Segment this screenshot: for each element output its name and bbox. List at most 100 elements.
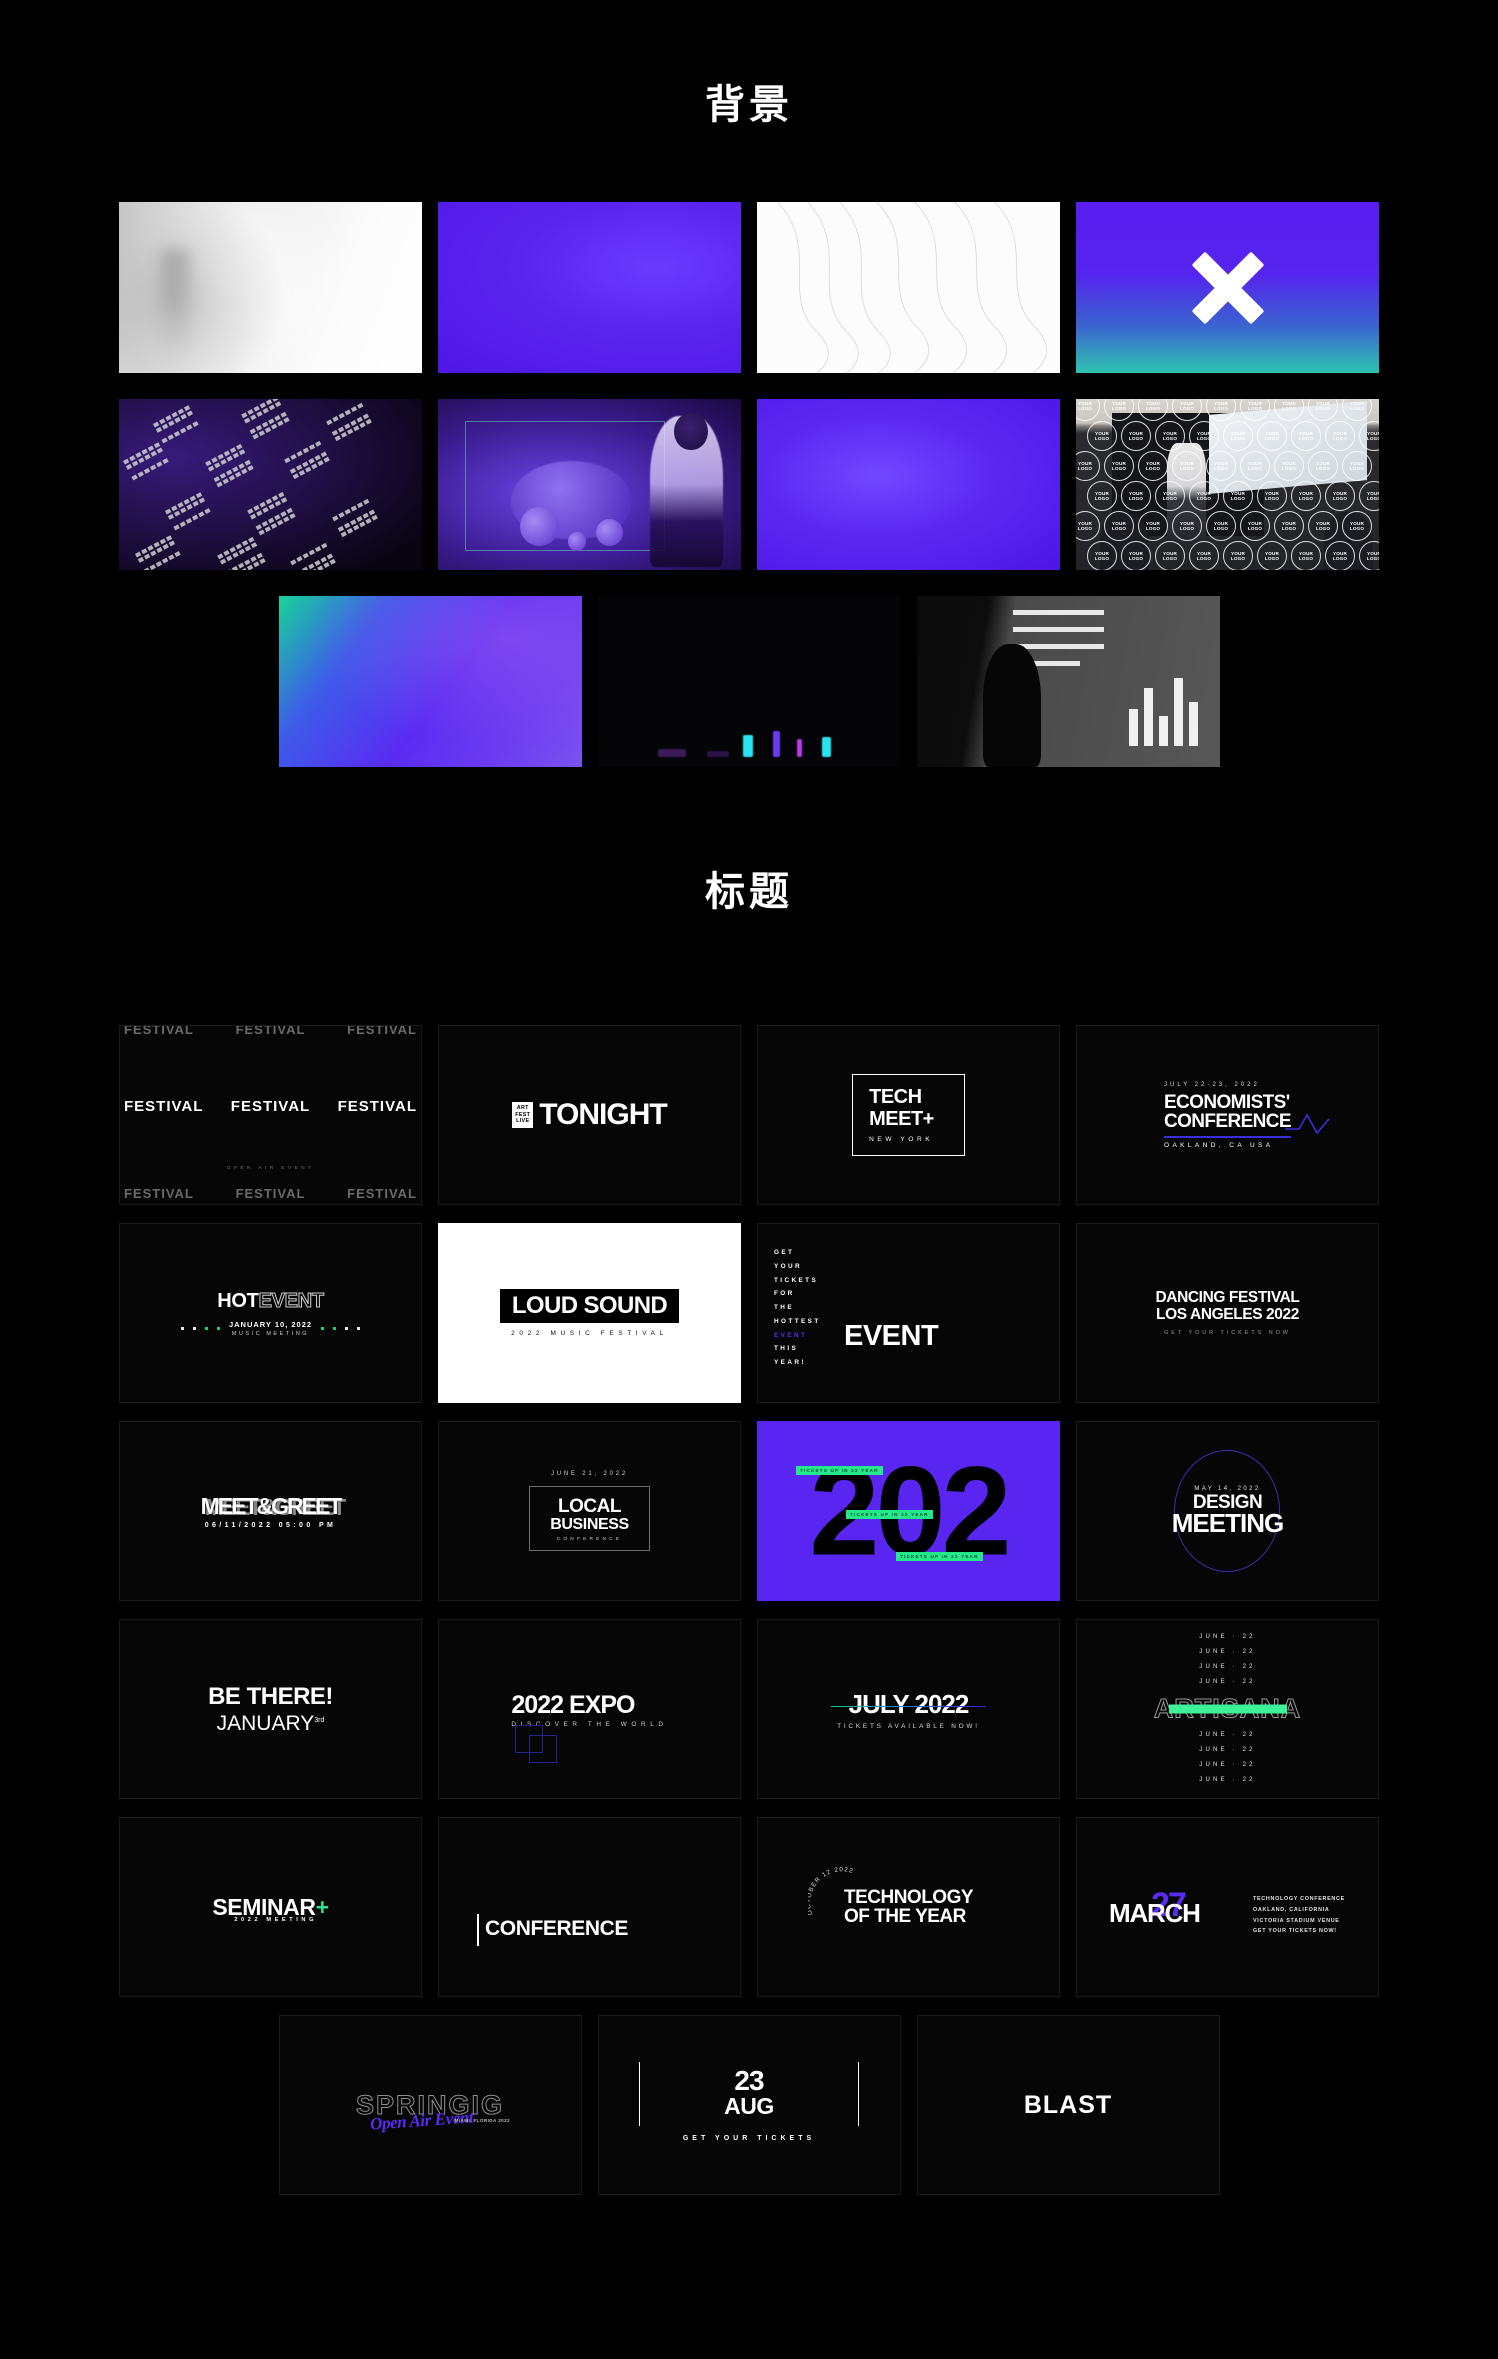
your-logo-watermark: YOURLOGO [1155,481,1185,511]
background-thumb-white-blurred-corridor[interactable] [119,202,422,373]
your-logo-watermark: YOURLOGO [1189,481,1219,511]
march-word: MARCH [1109,1898,1201,1928]
title-card-hot-event[interactable]: HOTEVENT JANUARY 10, 2022 MUSIC MEETING [119,1223,422,1403]
title-card-meet-and-greet[interactable]: MEET&GREET MEET&GREET 06/11/2022 05:00 P… [119,1421,422,1601]
title-card-blast[interactable]: BLAST [916,2015,1220,2195]
your-logo-watermark: YOURLOGO [1087,481,1117,511]
title-card-festival-repeat[interactable]: FESTIVAL FESTIVAL FESTIVAL FESTIVAL FEST… [119,1025,422,1205]
background-thumb-dark-diagonal-tile-pattern[interactable] [119,399,422,570]
stack-line: GET [774,1249,795,1256]
neon-light-3 [797,738,803,757]
badge-line-live: LIVE [516,1118,530,1125]
your-logo-watermark: YOURLOGO [1223,421,1253,451]
stack-line: YEAR! [774,1359,806,1367]
your-logo-watermark: YOURLOGO [1189,541,1219,570]
your-logo-watermark: YOURLOGO [1291,481,1321,511]
title-card-local-business[interactable]: JUNE 21, 2022 LOCAL BUSINESS CONFERENCE [438,1421,741,1601]
background-thumb-aurora-green-violet-gradient[interactable] [278,596,582,767]
tonight-word: TONIGHT [539,1098,667,1131]
your-logo-watermark: YOURLOGO [1257,481,1287,511]
contour-lines-icon [776,202,1048,373]
neon-light-5 [658,748,687,757]
title-card-artisana[interactable]: JUNE · 22 JUNE · 22 JUNE · 22 JUNE · 22 … [1076,1619,1379,1799]
your-logo-watermark: YOURLOGO [1138,511,1168,541]
background-thumb-dark-neon-stage-photo[interactable] [597,596,901,767]
title-card-be-there[interactable]: BE THERE! JANUARY3rd [119,1619,422,1799]
dancing-sub: GET YOUR TICKETS NOW [1164,1329,1291,1336]
local-business-line2: BUSINESS [550,1515,629,1533]
background-thumb-bw-projection-silhouette-photo[interactable] [916,596,1220,767]
festival-word: FESTIVAL [235,1025,306,1037]
your-logo-watermark: YOURLOGO [1257,421,1287,451]
festival-word: FESTIVAL [124,1186,194,1201]
your-logo-watermark: YOURLOGO [1359,541,1379,570]
your-logo-watermark: YOURLOGO [1342,451,1372,481]
stack-line: TICKETS [774,1276,819,1284]
title-card-year-2022[interactable]: 202 TICKETS UP IN 22 YEAR TICKETS UP IN … [757,1421,1060,1601]
title-card-dancing-festival[interactable]: DANCING FESTIVAL LOS ANGELES 2022 GET YO… [1076,1223,1379,1403]
your-logo-watermark: YOURLOGO [1121,481,1151,511]
seminar-sub: 2022 MEETING [234,1916,318,1923]
meet-greet-heading: MEET&GREET MEET&GREET [200,1493,347,1520]
title-card-march-27[interactable]: 27 MARCH TECHNOLOGY CONFERENCE OAKLAND, … [1076,1817,1379,1997]
title-card-conference[interactable]: CONFERENCE [438,1817,741,1997]
background-thumb-violet-teal-gradient-x[interactable] [1076,202,1379,373]
stack-line-accent: EVENT [774,1331,808,1339]
aug-month: AUG [724,2093,774,2120]
year-tag-2: TICKETS UP IN 22 YEAR [846,1510,933,1519]
economists-line2: CONFERENCE [1163,1110,1292,1132]
your-logo-watermark: YOURLOGO [1240,511,1270,541]
title-card-economists-conference[interactable]: JULY 22-23, 2022 ECONOMISTS' CONFERENCE … [1076,1025,1379,1205]
year-tag-3: TICKETS UP IN 22 YEAR [896,1552,983,1561]
be-there-line1: BE THERE! [208,1682,333,1710]
title-card-seminar-plus[interactable]: SEMINAR+ 2022 MEETING [119,1817,422,1997]
your-logo-watermark: YOURLOGO [1291,541,1321,570]
economists-rule [1163,1135,1291,1138]
projection-stripe-3 [1013,643,1105,649]
neon-light-4 [821,736,831,757]
title-card-aug-23[interactable]: 23 AUG GET YOUR TICKETS [597,2015,901,2195]
projection-stripe-2 [1013,626,1105,632]
tech-meet-city: NEW YORK [869,1135,934,1143]
green-accent-bar [1168,1704,1287,1714]
aug-sub: GET YOUR TICKETS [682,2134,816,2142]
title-card-expo-2022[interactable]: 2022 EXPO DISCOVER THE WORLD [438,1619,741,1799]
neon-light-6 [706,750,729,757]
backgrounds-grid: YOUR LOGO YOUR LOGO YOUR LOGO YOUR LOGO YOUR LOGO… [107,202,1391,793]
june-line: JUNE · 22 [1199,1762,1256,1768]
meet-greet-word: MEET&GREET [200,1493,343,1519]
title-card-tech-meet[interactable]: TECH MEET+ NEW YORK [757,1025,1060,1205]
title-card-springig[interactable]: SPRINGIG Open Air Event MIAMI, FLORIDA 2… [278,2015,582,2195]
your-logo-watermark: YOURLOGO [1206,451,1236,481]
projection-bar-3 [1158,715,1168,747]
title-card-event-tickets[interactable]: GET YOUR TICKETS FOR THE HOTTEST EVENT T… [757,1223,1060,1403]
festival-word: FESTIVAL [347,1025,417,1037]
june-line: JUNE · 22 [1199,1747,1256,1753]
title-card-july-2022[interactable]: JULY 2022 TICKETS AVAILABLE NOW! [757,1619,1060,1799]
projection-bar-5 [1189,702,1199,747]
line-chart-icon [1285,1112,1330,1134]
arc-text-icon: OCTOBER 12 2022 [808,1866,853,1916]
your-logo-watermark: YOURLOGO [1155,421,1185,451]
loud-sound-sub: 2022 MUSIC FESTIVAL [511,1330,668,1337]
stack-line: FOR [774,1290,795,1298]
economists-kicker: JULY 22-23, 2022 [1163,1081,1260,1088]
background-thumb-white-contour-waves[interactable] [757,202,1060,373]
background-thumb-purple-presenter-photo[interactable] [438,399,741,570]
titles-section-heading: 标题 [705,870,793,914]
hot-event-heading: HOTEVENT [181,1289,360,1313]
local-business-line1: LOCAL [558,1495,621,1517]
festival-word: FESTIVAL [347,1186,417,1201]
title-card-loud-sound[interactable]: LOUD SOUND 2022 MUSIC FESTIVAL [438,1223,741,1403]
background-thumb-violet-gradient-1[interactable] [438,202,741,373]
your-logo-watermark: YOURLOGO [1257,541,1287,570]
background-thumb-conference-audience-photo[interactable]: YOUR LOGO YOUR LOGO YOUR LOGO YOUR LOGO YOUR LOGO… [1076,399,1379,570]
neon-light-1 [742,734,753,757]
title-card-tonight[interactable]: ART FEST LIVE TONIGHT [438,1025,741,1205]
projection-bar-1 [1128,708,1138,747]
background-thumb-violet-gradient-2[interactable] [757,399,1060,570]
title-card-design-meeting[interactable]: MAY 14, 2022 DESIGN MEETING [1076,1421,1379,1601]
title-card-technology-of-the-year[interactable]: OCTOBER 12 2022 TECHNOLOGY OF THE YEAR [757,1817,1060,1997]
stack-line: THIS [774,1345,799,1353]
your-logo-watermark: YOURLOGO [1274,511,1304,541]
